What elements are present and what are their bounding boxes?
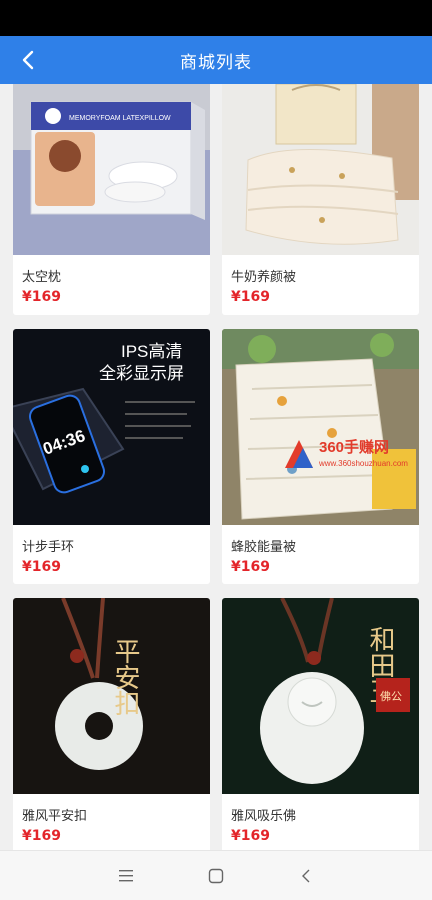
- product-name: 蜂胶能量被: [231, 540, 297, 555]
- product-image: MEMORYFOAM LATEXPILLOW: [13, 84, 210, 255]
- jade-characters: 平安扣: [110, 638, 140, 716]
- seal-text: 佛公: [380, 690, 402, 703]
- menu-button[interactable]: [111, 861, 141, 891]
- product-image: 平安扣: [13, 598, 210, 794]
- box-brand-text: MEMORYFOAM LATEXPILLOW: [69, 115, 171, 122]
- home-icon: [208, 868, 224, 884]
- product-price: ¥169: [22, 559, 61, 575]
- product-image: [222, 84, 419, 255]
- status-bar: [0, 0, 432, 36]
- product-image: 和田玉 佛公: [222, 598, 419, 794]
- band-headline-1: IPS高清: [121, 342, 182, 361]
- product-image: IPS高清 全彩显示屏 04:36: [13, 329, 210, 525]
- back-triangle-icon: [302, 869, 310, 883]
- product-price: ¥169: [231, 559, 270, 575]
- product-card[interactable]: MEMORYFOAM LATEXPILLOW 太空枕 ¥169: [13, 84, 210, 315]
- product-price: ¥169: [22, 828, 61, 844]
- product-name: 太空枕: [22, 270, 62, 285]
- watermark-url: www.360shouzhuan.com: [318, 459, 408, 468]
- back-button[interactable]: [12, 44, 44, 76]
- product-image: [222, 329, 419, 525]
- product-card[interactable]: 和田玉 佛公 雅风吸乐佛 ¥169: [222, 598, 419, 850]
- chevron-left-icon: [22, 50, 34, 70]
- watermark: 360手赚网 www.360shouzhuan.com: [285, 438, 408, 468]
- product-price: ¥169: [231, 289, 270, 305]
- nav-back-button[interactable]: [291, 861, 321, 891]
- product-card[interactable]: 平安扣 雅风平安扣 ¥169: [13, 598, 210, 850]
- product-price: ¥169: [231, 828, 270, 844]
- watermark-text: 360手赚网: [319, 438, 389, 456]
- system-nav-bar: [0, 850, 432, 900]
- product-name: 雅风平安扣: [22, 809, 88, 824]
- product-card[interactable]: IPS高清 全彩显示屏 04:36 计步手环 ¥169: [13, 329, 210, 584]
- product-name: 牛奶养颜被: [231, 270, 297, 285]
- product-name: 雅风吸乐佛: [231, 809, 297, 824]
- menu-icon: [119, 870, 133, 882]
- product-card[interactable]: 牛奶养颜被 ¥169: [222, 84, 419, 315]
- band-headline-2: 全彩显示屏: [99, 364, 184, 383]
- product-price: ¥169: [22, 289, 61, 305]
- page-title: 商城列表: [180, 52, 252, 73]
- product-name: 计步手环: [22, 540, 75, 555]
- app-header: 商城列表: [0, 36, 432, 84]
- home-button[interactable]: [201, 861, 231, 891]
